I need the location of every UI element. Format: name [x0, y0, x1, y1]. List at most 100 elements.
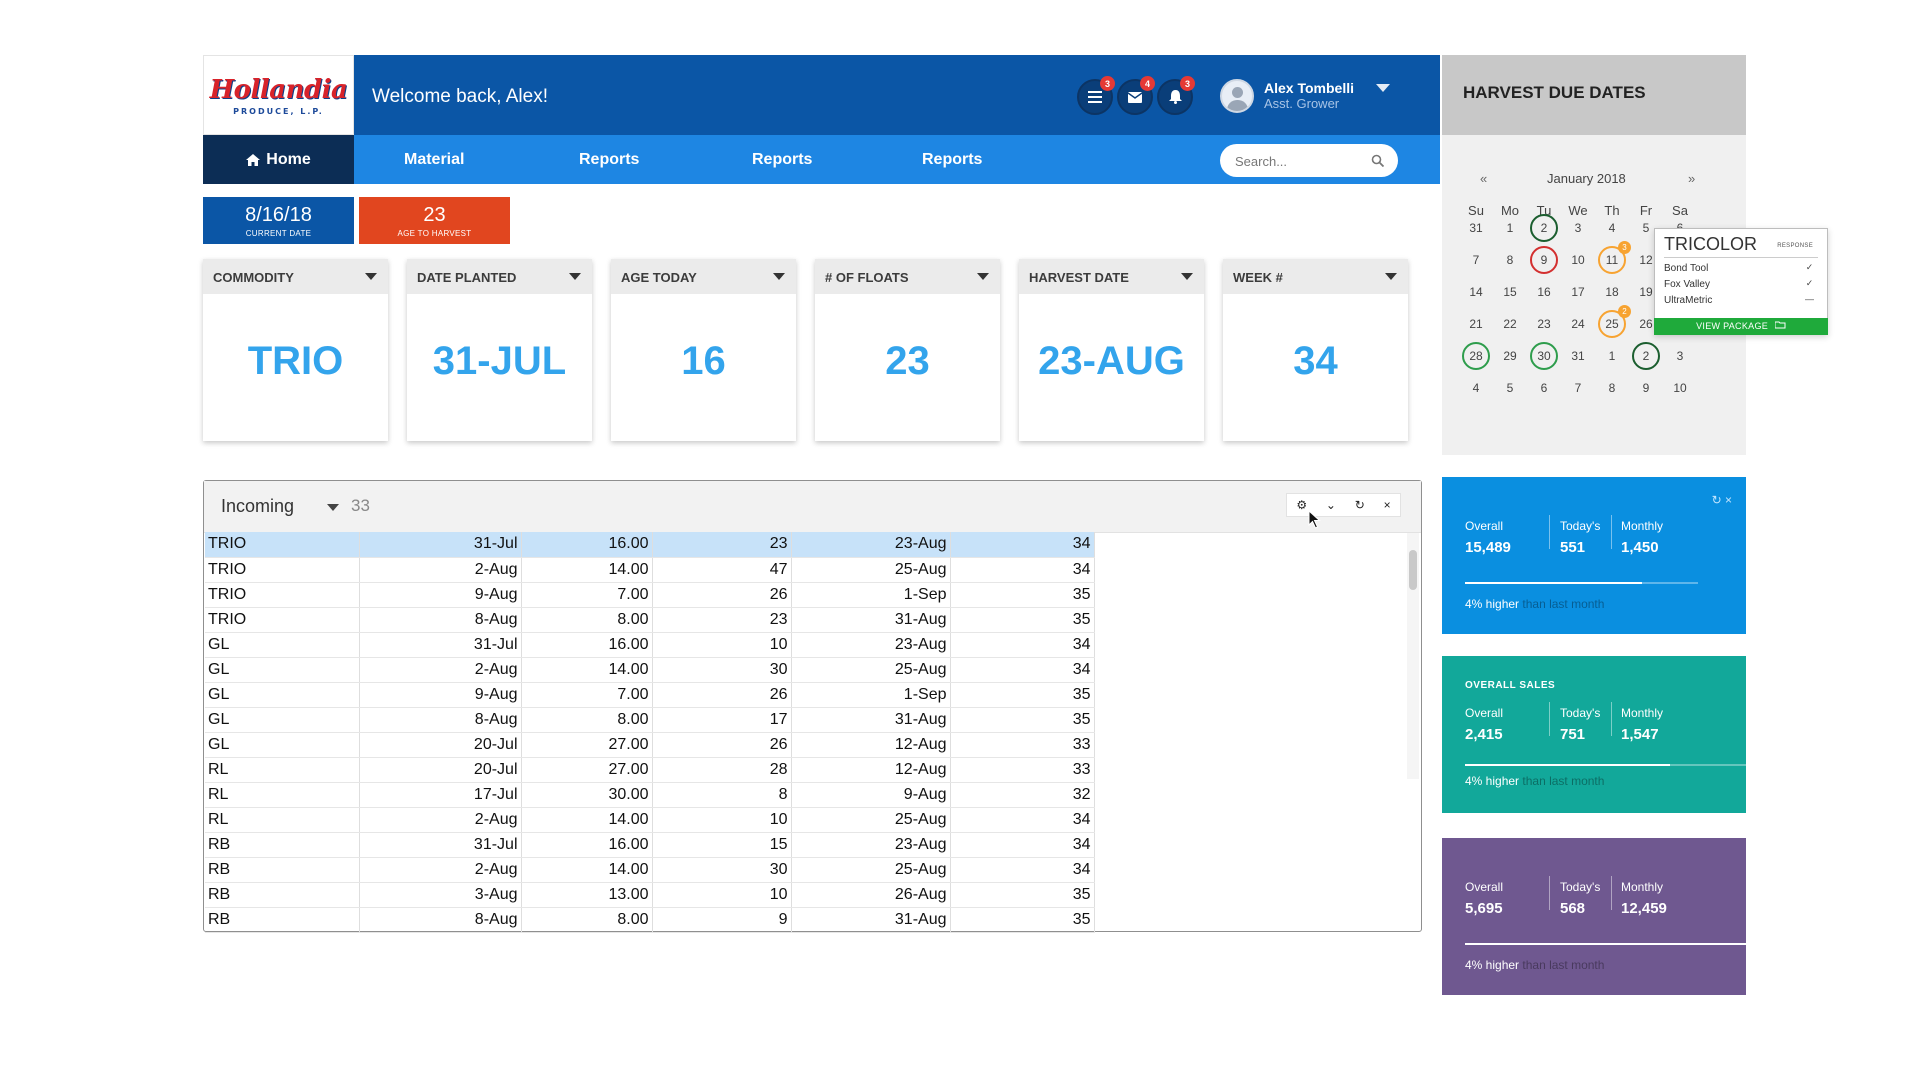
calendar-day[interactable]: 21: [1462, 310, 1490, 338]
nav-material[interactable]: Material: [404, 135, 464, 184]
table-row[interactable]: RB 2-Aug 14.00 30 25-Aug 34: [205, 857, 1095, 883]
calendar-day[interactable]: 16: [1530, 278, 1558, 306]
calendar-day[interactable]: 9: [1530, 246, 1558, 274]
calendar-day[interactable]: 8: [1598, 374, 1626, 402]
caret-down-icon[interactable]: [569, 273, 581, 280]
calendar-day[interactable]: 6: [1530, 374, 1558, 402]
table-row[interactable]: RL 2-Aug 14.00 10 25-Aug 34: [205, 807, 1095, 833]
table-scrollbar[interactable]: [1407, 533, 1419, 779]
calendar-day[interactable]: 4: [1598, 214, 1626, 242]
table-row[interactable]: TRIO 31-Jul 16.00 23 23-Aug 34: [205, 532, 1095, 558]
bell-icon-button[interactable]: 3: [1157, 76, 1195, 115]
refresh-icon[interactable]: ↻: [1355, 498, 1365, 512]
calendar-day[interactable]: 23: [1530, 310, 1558, 338]
tile-stat-overall: Overall 5,695: [1465, 880, 1503, 917]
caret-down-icon[interactable]: [1385, 273, 1397, 280]
nav-reports-1[interactable]: Reports: [579, 135, 639, 184]
incoming-caret-down-icon[interactable]: [327, 504, 339, 511]
table-row[interactable]: GL 20-Jul 27.00 26 12-Aug 33: [205, 732, 1095, 758]
calendar-day[interactable]: 22: [1496, 310, 1524, 338]
card-header[interactable]: COMMODITY: [203, 259, 388, 294]
calendar-day[interactable]: 31: [1462, 214, 1490, 242]
app-root: Hollandia PRODUCE, L.P. Welcome back, Al…: [0, 0, 1920, 1079]
caret-down-icon[interactable]: [977, 273, 989, 280]
search-icon[interactable]: [1371, 154, 1384, 167]
incoming-title[interactable]: Incoming: [221, 496, 294, 517]
calendar-day[interactable]: 8: [1496, 246, 1524, 274]
calendar-day[interactable]: 28: [1462, 342, 1490, 370]
table-cell: 2-Aug: [359, 557, 522, 583]
calendar-day[interactable]: 1: [1598, 342, 1626, 370]
calendar-day[interactable]: 10: [1666, 374, 1694, 402]
calendar-day[interactable]: 14: [1462, 278, 1490, 306]
mail-icon-button[interactable]: 4: [1117, 76, 1155, 115]
calendar-day[interactable]: 10: [1564, 246, 1592, 274]
card-header[interactable]: DATE PLANTED: [407, 259, 592, 294]
calendar-month-title[interactable]: January 2018: [1547, 171, 1626, 186]
card-header[interactable]: WEEK #: [1223, 259, 1408, 294]
calendar-day[interactable]: 15: [1496, 278, 1524, 306]
close-icon[interactable]: ×: [1384, 498, 1391, 512]
tile-tools[interactable]: ↻ ×: [1712, 493, 1732, 507]
caret-down-icon[interactable]: [365, 273, 377, 280]
scrollbar-thumb[interactable]: [1409, 550, 1417, 590]
card-header[interactable]: HARVEST DATE: [1019, 259, 1204, 294]
calendar-day[interactable]: 30: [1530, 342, 1558, 370]
table-cell: 16.00: [521, 532, 653, 558]
user-menu-chevron-down-icon[interactable]: [1376, 84, 1390, 92]
calendar-day[interactable]: 29: [1496, 342, 1524, 370]
home-icon: [246, 153, 261, 166]
calendar-day[interactable]: 1: [1496, 214, 1524, 242]
calendar-day[interactable]: 7: [1462, 246, 1490, 274]
calendar-next-button[interactable]: »: [1688, 171, 1695, 186]
hollandia-logo[interactable]: Hollandia PRODUCE, L.P.: [203, 55, 354, 135]
popup-row-name: Bond Tool: [1664, 263, 1709, 274]
card-header[interactable]: AGE TODAY: [611, 259, 796, 294]
table-row[interactable]: GL 31-Jul 16.00 10 23-Aug 34: [205, 632, 1095, 658]
calendar-day[interactable]: 4: [1462, 374, 1490, 402]
close-icon[interactable]: ×: [1725, 493, 1732, 507]
nav-reports-3[interactable]: Reports: [922, 135, 982, 184]
calendar-day[interactable]: 9: [1632, 374, 1660, 402]
table-row[interactable]: GL 2-Aug 14.00 30 25-Aug 34: [205, 657, 1095, 683]
table-row[interactable]: GL 8-Aug 8.00 17 31-Aug 35: [205, 707, 1095, 733]
nav-reports-2[interactable]: Reports: [752, 135, 812, 184]
calendar-day[interactable]: 2: [1632, 342, 1660, 370]
table-row[interactable]: RL 20-Jul 27.00 28 12-Aug 33: [205, 757, 1095, 783]
calendar-day[interactable]: 7: [1564, 374, 1592, 402]
calendar-day[interactable]: 31: [1564, 342, 1592, 370]
nav-home[interactable]: Home: [203, 135, 354, 184]
table-row[interactable]: RB 8-Aug 8.00 9 31-Aug 35: [205, 907, 1095, 933]
chevron-down-icon[interactable]: ⌄: [1326, 498, 1336, 512]
list-icon-button[interactable]: 3: [1077, 76, 1115, 115]
table-row[interactable]: RB 3-Aug 13.00 10 26-Aug 35: [205, 882, 1095, 908]
table-row[interactable]: TRIO 2-Aug 14.00 47 25-Aug 34: [205, 557, 1095, 583]
search-input[interactable]: [1235, 151, 1365, 171]
refresh-icon[interactable]: ↻: [1712, 493, 1722, 507]
calendar-day[interactable]: 24: [1564, 310, 1592, 338]
caret-down-icon[interactable]: [773, 273, 785, 280]
calendar-day[interactable]: 5: [1496, 374, 1524, 402]
user-avatar[interactable]: [1220, 79, 1254, 113]
gear-icon[interactable]: ⚙: [1296, 498, 1307, 512]
calendar-prev-button[interactable]: «: [1480, 171, 1487, 186]
table-cell: 31-Aug: [791, 707, 951, 733]
calendar-day[interactable]: 3: [1666, 342, 1694, 370]
calendar-day[interactable]: 18: [1598, 278, 1626, 306]
calendar-day[interactable]: 2: [1530, 214, 1558, 242]
dash-icon: —: [1805, 294, 1814, 304]
calendar-day[interactable]: 17: [1564, 278, 1592, 306]
table-row[interactable]: TRIO 9-Aug 7.00 26 1-Sep 35: [205, 582, 1095, 608]
incoming-table: TRIO 31-Jul 16.00 23 23-Aug 34 TRIO 2-Aug 14.00 4…: [205, 532, 1095, 933]
table-row[interactable]: TRIO 8-Aug 8.00 23 31-Aug 35: [205, 607, 1095, 633]
table-row[interactable]: RL 17-Jul 30.00 8 9-Aug 32: [205, 782, 1095, 808]
card-header[interactable]: # OF FLOATS: [815, 259, 1000, 294]
tile-stat-value: 12,459: [1621, 900, 1667, 917]
user-name[interactable]: Alex Tombelli: [1264, 80, 1354, 96]
table-row[interactable]: GL 9-Aug 7.00 26 1-Sep 35: [205, 682, 1095, 708]
table-row[interactable]: RB 31-Jul 16.00 15 23-Aug 34: [205, 832, 1095, 858]
view-package-button[interactable]: VIEW PACKAGE: [1654, 318, 1828, 335]
caret-down-icon[interactable]: [1181, 273, 1193, 280]
table-cell: 14.00: [521, 807, 653, 833]
calendar-day[interactable]: 3: [1564, 214, 1592, 242]
